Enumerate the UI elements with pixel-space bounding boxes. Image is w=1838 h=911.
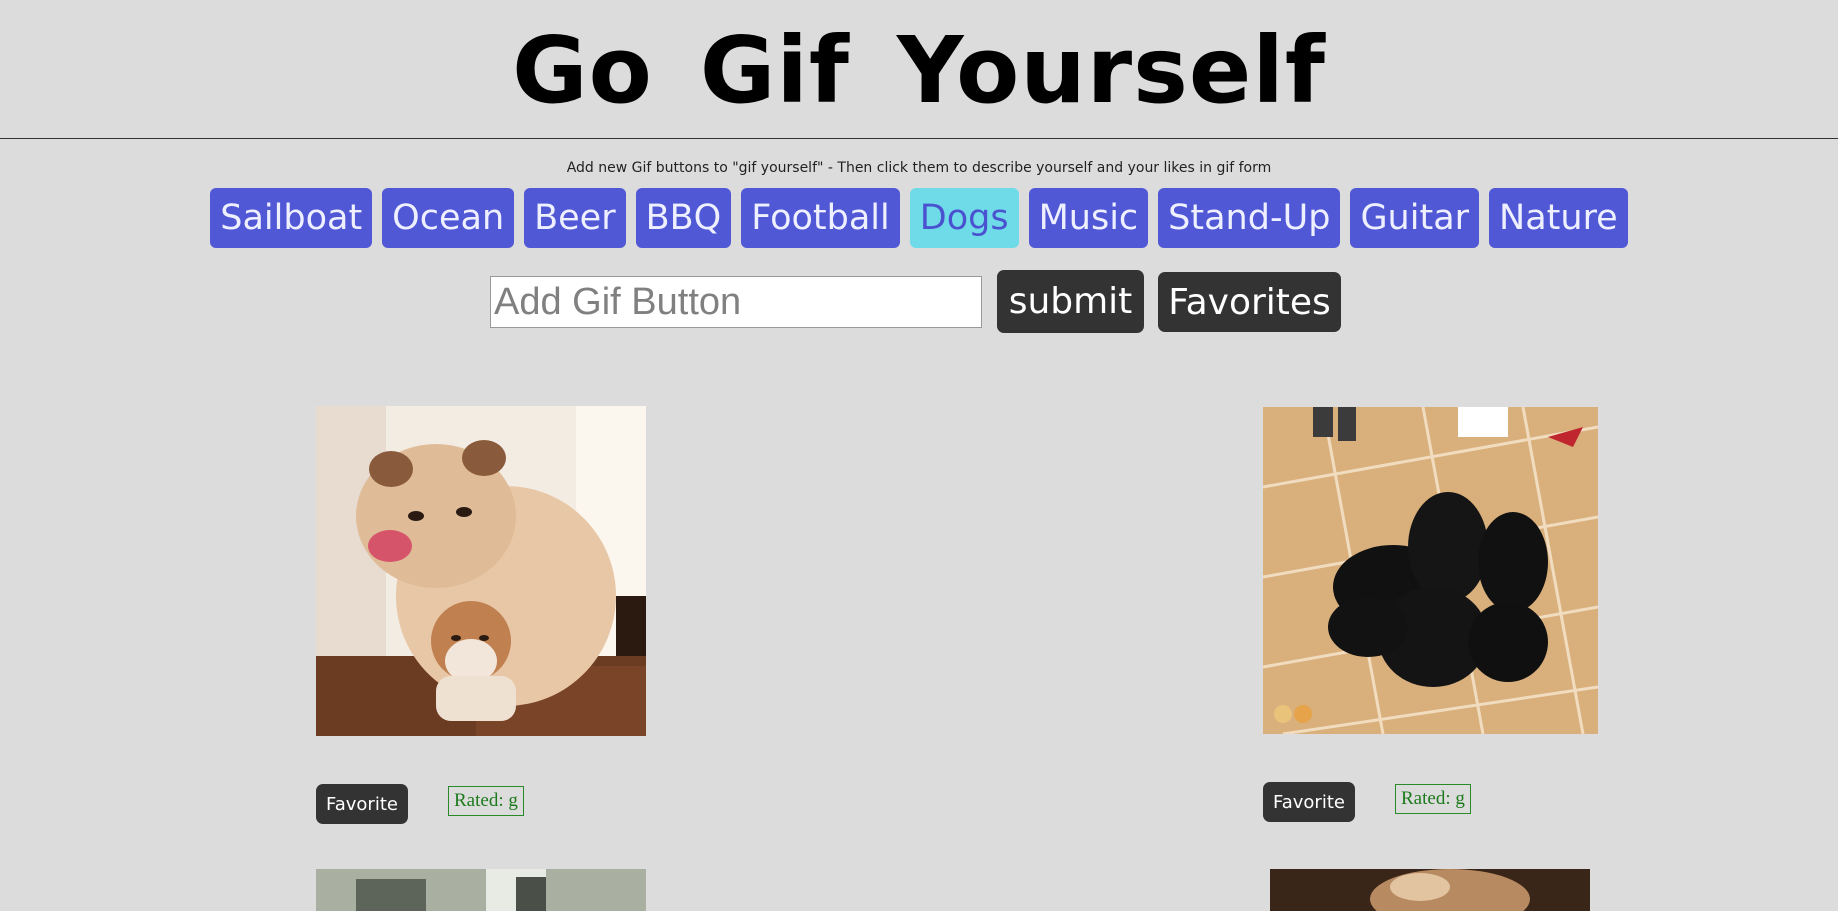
topic-button-ocean[interactable]: Ocean [382,188,515,248]
page-title: Go Gif Yourself [512,17,1326,124]
topic-button-music[interactable]: Music [1028,188,1149,248]
gif-image-bulldogs[interactable] [316,406,646,736]
topic-button-dogs[interactable]: Dogs [909,188,1019,248]
topic-button-bbq[interactable]: BBQ [635,188,732,248]
submit-button[interactable]: submit [997,270,1144,333]
gif-image-next-row-left[interactable] [316,869,646,911]
topic-button-nature[interactable]: Nature [1489,188,1628,248]
favorites-button[interactable]: Favorites [1158,272,1341,332]
topic-button-guitar[interactable]: Guitar [1350,188,1480,248]
gif-image-next-row-right[interactable] [1270,869,1590,911]
topic-button-bar: Sailboat Ocean Beer BBQ Football Dogs Music Sta… [0,188,1838,248]
instructions-text: Add new Gif buttons to "gif yourself" - … [566,160,1272,176]
topic-button-beer[interactable]: Beer [524,188,626,248]
favorite-button[interactable]: Favorite [316,784,408,824]
add-gif-form: submit Favorites [0,270,1838,346]
page-header: Go Gif Yourself [0,0,1838,139]
rating-label: Rated: g [1395,784,1471,814]
gif-image-puppies[interactable] [1263,407,1598,734]
favorite-button[interactable]: Favorite [1263,782,1355,822]
topic-button-stand-up[interactable]: Stand-Up [1158,188,1341,248]
topic-button-football[interactable]: Football [741,188,900,248]
topic-button-sailboat[interactable]: Sailboat [210,188,373,248]
rating-label: Rated: g [448,786,524,816]
add-gif-input[interactable] [490,276,982,328]
